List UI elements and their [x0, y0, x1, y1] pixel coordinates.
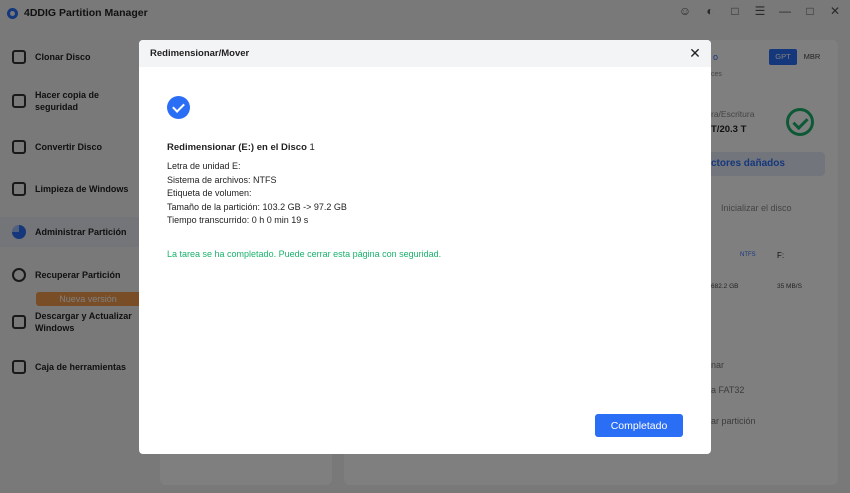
dialog-title: Redimensionar/Mover: [150, 48, 250, 59]
operation-details: Letra de unidad E: Sistema de archivos: …: [167, 160, 347, 228]
partition-size-line: Tamaño de la partición: 103.2 GB -> 97.2…: [167, 201, 347, 212]
operation-heading-disk: 1: [309, 142, 315, 153]
success-message: La tarea se ha completado. Puede cerrar …: [167, 249, 442, 259]
operation-heading-bold: Redimensionar (E:) en el Disco: [167, 142, 307, 153]
file-system-line: Sistema de archivos: NTFS: [167, 174, 277, 185]
complete-button[interactable]: Completado: [595, 414, 683, 437]
success-check-icon: [167, 96, 190, 119]
drive-letter-line: Letra de unidad E:: [167, 161, 241, 171]
close-icon[interactable]: ✕: [687, 45, 703, 61]
resize-move-dialog: Redimensionar/Mover ✕ Redimensionar (E:)…: [139, 40, 711, 454]
operation-heading: Redimensionar (E:) en el Disco 1: [167, 142, 315, 153]
dialog-header: Redimensionar/Mover ✕: [139, 40, 711, 67]
elapsed-time-line: Tiempo transcurrido: 0 h 0 min 19 s: [167, 215, 309, 226]
volume-label-line: Etiqueta de volumen:: [167, 188, 252, 199]
